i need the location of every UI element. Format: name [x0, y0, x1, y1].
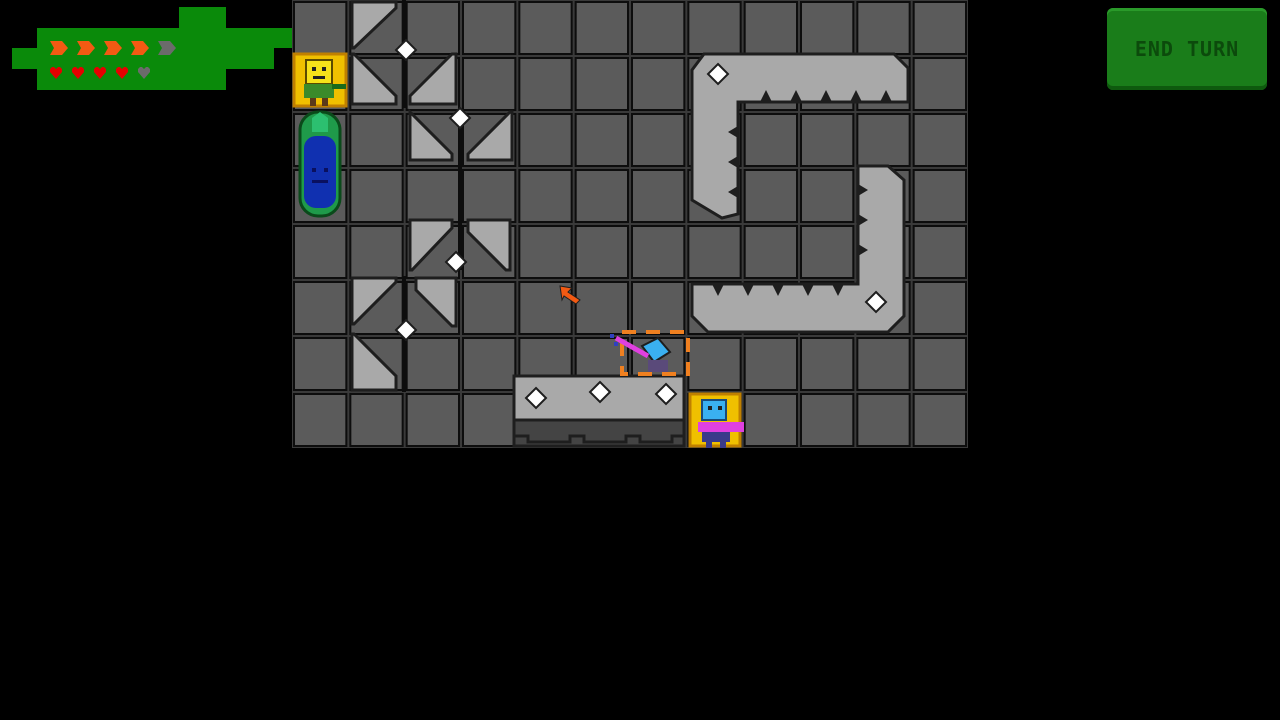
board-tile[interactable] [912, 337, 968, 391]
board-tile[interactable] [631, 113, 686, 167]
board-tile[interactable] [293, 281, 348, 335]
board-tile[interactable] [405, 169, 460, 223]
board-tile[interactable] [687, 225, 742, 279]
blue-hero-unit[interactable] [688, 392, 744, 448]
board-tile[interactable] [293, 1, 348, 55]
board-tile[interactable] [743, 393, 798, 447]
board-tile[interactable] [349, 113, 404, 167]
board-tile[interactable] [912, 169, 968, 223]
board-tile[interactable] [631, 281, 686, 335]
board-tile[interactable] [405, 393, 460, 447]
board-tile[interactable] [631, 225, 686, 279]
board-tile[interactable] [518, 57, 573, 111]
game-board[interactable] [292, 0, 968, 448]
board-tile[interactable] [912, 393, 968, 447]
board-tile[interactable] [743, 1, 798, 55]
board-tile[interactable] [462, 337, 517, 391]
board-tile[interactable] [574, 113, 629, 167]
board-tile[interactable] [743, 225, 798, 279]
board-tile[interactable] [912, 225, 968, 279]
board-tile[interactable] [462, 393, 517, 447]
board-tile[interactable] [800, 169, 855, 223]
end-turn-button[interactable]: END TURN [1107, 8, 1267, 90]
board-tile[interactable] [743, 113, 798, 167]
board-tile[interactable] [800, 393, 855, 447]
board-tile[interactable] [631, 57, 686, 111]
board-tile[interactable] [405, 1, 460, 55]
board-tile[interactable] [856, 337, 911, 391]
board-tile[interactable] [574, 57, 629, 111]
board-tile[interactable] [856, 393, 911, 447]
board-tile[interactable] [574, 281, 629, 335]
board-tile[interactable] [743, 337, 798, 391]
board-tile[interactable] [687, 1, 742, 55]
board-tile[interactable] [912, 57, 968, 111]
board-tile[interactable] [349, 225, 404, 279]
board-tile[interactable] [518, 1, 573, 55]
board-tile[interactable] [856, 113, 911, 167]
board-tile[interactable] [800, 1, 855, 55]
green-capsule-unit[interactable] [298, 110, 342, 218]
board-tile[interactable] [349, 393, 404, 447]
board-tile[interactable] [912, 281, 968, 335]
board-tile[interactable] [462, 57, 517, 111]
board-tile[interactable] [631, 169, 686, 223]
board-tile[interactable] [800, 337, 855, 391]
board-tile[interactable] [462, 169, 517, 223]
board-tile[interactable] [574, 225, 629, 279]
board-tile[interactable] [687, 337, 742, 391]
board-tile[interactable] [912, 113, 968, 167]
yellow-hero-unit[interactable] [292, 52, 348, 108]
board-tile[interactable] [518, 225, 573, 279]
board-tile[interactable] [518, 169, 573, 223]
board-tile[interactable] [293, 337, 348, 391]
board-tile[interactable] [912, 1, 968, 55]
board-tile[interactable] [856, 1, 911, 55]
board-tile[interactable] [800, 225, 855, 279]
board-tile[interactable] [462, 281, 517, 335]
board-tile[interactable] [293, 225, 348, 279]
board-tile[interactable] [293, 393, 348, 447]
board-tile[interactable] [574, 169, 629, 223]
board-tile[interactable] [631, 1, 686, 55]
board-tile[interactable] [462, 1, 517, 55]
board-tile[interactable] [800, 113, 855, 167]
board-tile[interactable] [518, 113, 573, 167]
board-tile[interactable] [574, 1, 629, 55]
board-tile[interactable] [349, 169, 404, 223]
board-tile[interactable] [405, 337, 460, 391]
board-tile[interactable] [743, 169, 798, 223]
